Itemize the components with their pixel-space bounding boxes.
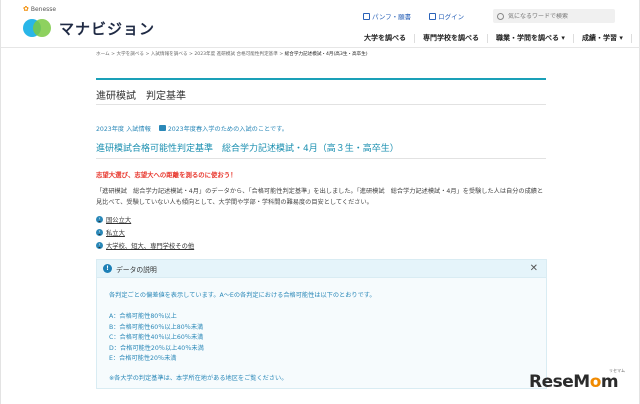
title-accent-bar — [96, 78, 546, 80]
search-box[interactable] — [493, 9, 615, 23]
grade-item: A：合格可能性80％以上 — [109, 313, 177, 320]
nav-item-manalabo[interactable]: マナラボ — [632, 33, 640, 43]
info-box-title: データの説明 — [116, 265, 157, 274]
info-icon: ! — [103, 264, 112, 273]
browser-page: ✿ Benesse マナビジョン パンフ・願書 ログイン 大学を調べる 専門学校… — [0, 0, 640, 404]
nav-item-grades[interactable]: 成績・学習 ▾ — [574, 33, 631, 43]
info-intro: 各判定ごとの偏差値を表示しています。A～Eの各判定における合格可能性は以下のとお… — [109, 292, 376, 299]
link-other[interactable]: › 大学校、短大、専門学校その他 — [96, 239, 194, 252]
info-box-header[interactable]: ! データの説明 ✕ — [97, 260, 546, 278]
breadcrumb-item[interactable]: 2023年度 進研模試 合格可能性判定基準 — [194, 52, 278, 57]
page-title: 進研模試 判定基準 — [96, 91, 186, 102]
search-icon — [497, 12, 504, 20]
breadcrumb-current: 総合学力記述模試・4月(高3生・高卒生) — [284, 52, 368, 57]
description-text: 「進研模試 総合学力記述模試・4月」のデータから、「合格可能性判定基準」を出しま… — [96, 188, 544, 206]
logo-text: マナビジョン — [59, 19, 156, 38]
link-national-public[interactable]: › 国公立大 — [96, 213, 194, 226]
benesse-mark-icon: ✿ — [23, 5, 29, 13]
search-input[interactable] — [508, 12, 608, 20]
data-explanation-box: ! データの説明 ✕ 各判定ごとの偏差値を表示しています。A～Eの各判定における… — [96, 259, 547, 389]
title-divider — [96, 104, 546, 105]
breadcrumb-item[interactable]: ホーム — [96, 52, 110, 57]
subtitle-divider — [96, 158, 546, 159]
login-icon — [429, 13, 437, 20]
site-logo[interactable]: マナビジョン — [23, 17, 155, 39]
utility-links: パンフ・願書 ログイン — [363, 11, 464, 21]
section-subtitle: 進研模試合格可能性判定基準 総合学力記述模試・4月（高３生・高卒生） — [96, 144, 399, 154]
breadcrumb: ホーム > 大学を調べる > 入試情報を調べる > 2023年度 進研模試 合格… — [96, 52, 368, 57]
logo-mark-icon — [23, 17, 53, 39]
grade-item: E：合格可能性20％未満 — [109, 355, 177, 362]
grade-item: D：合格可能性20％以上40％未満 — [109, 344, 204, 352]
lead-text: 志望大選び、志望大への距離を測るのに使おう！ — [96, 171, 237, 179]
nav-item-vocational[interactable]: 専門学校を調べる — [415, 33, 487, 43]
arrow-right-icon: › — [96, 216, 103, 223]
nav-item-careers[interactable]: 職業・学問を調べる ▾ — [488, 33, 573, 43]
breadcrumb-item[interactable]: 大学を調べる — [116, 52, 144, 57]
meta-info: 2023年度 入試情報 2023年度春入学のための入試のことです。 — [96, 124, 288, 133]
link-private[interactable]: › 私立大 — [96, 226, 194, 239]
year-info: 2023年度 入試情報 — [96, 126, 151, 133]
arrow-right-icon: › — [96, 242, 103, 249]
main-nav: 大学を調べる 専門学校を調べる 職業・学問を調べる ▾ 成績・学習 ▾ マナラボ — [356, 33, 640, 43]
note-icon — [158, 125, 166, 131]
nav-item-university[interactable]: 大学を調べる — [356, 33, 414, 43]
grade-item: B：合格可能性60％以上80％未満 — [109, 323, 204, 331]
header-divider — [1, 47, 640, 48]
login-link[interactable]: ログイン — [429, 11, 464, 21]
info-footnote: ※各大学の判定基準は、本学所在地がある地区をご覧ください。 — [109, 374, 288, 382]
category-links: › 国公立大 › 私立大 › 大学校、短大、専門学校その他 — [96, 213, 194, 252]
pamphlet-link[interactable]: パンフ・願書 — [363, 11, 411, 21]
breadcrumb-item[interactable]: 入試情報を調べる — [151, 52, 188, 57]
arrow-right-icon: › — [96, 229, 103, 236]
info-box-body: 各判定ごとの偏差値を表示しています。A～Eの各判定における合格可能性は以下のとお… — [97, 278, 546, 382]
year-note: 2023年度春入学のための入試のことです。 — [158, 124, 288, 133]
pamphlet-icon — [363, 13, 370, 20]
resemom-watermark: ReseMom — [529, 372, 619, 392]
benesse-brand[interactable]: ✿ Benesse — [23, 5, 56, 13]
close-icon[interactable]: ✕ — [530, 263, 538, 274]
grade-item: C：合格可能性40％以上60％未満 — [109, 334, 204, 341]
